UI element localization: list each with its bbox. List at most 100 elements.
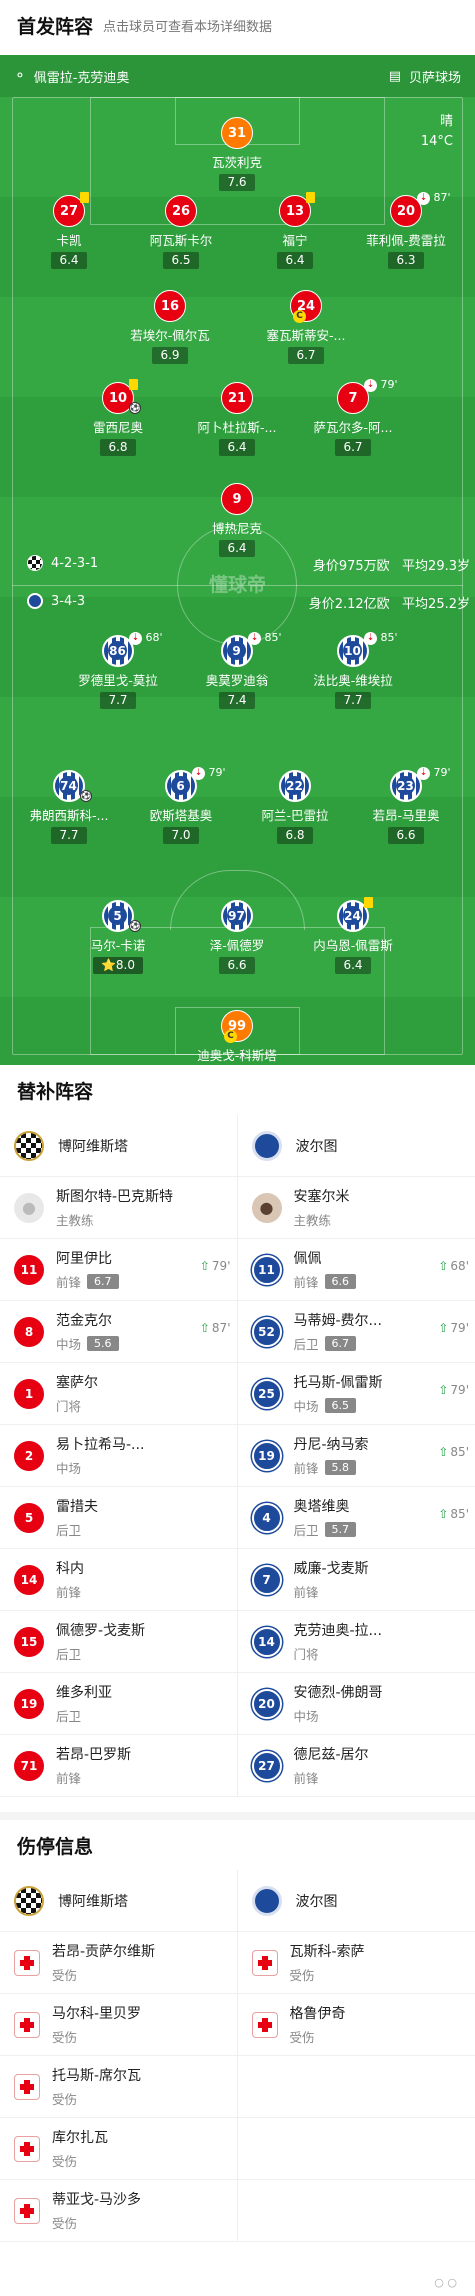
sub-out-icon: ⇣	[364, 378, 377, 392]
away-player-9[interactable]: 24 内乌恩-佩雷斯 6.4	[298, 897, 408, 974]
home-sub-player[interactable]: 2 易卜拉希马-... 中场	[0, 1425, 238, 1486]
home-age: 平均29.3岁	[402, 559, 470, 574]
away-player-6[interactable]: 23 ⇣ 79' 若昂-马里奥 6.6	[351, 766, 461, 844]
home-player-9[interactable]: 7 ⇣ 79' 萨瓦尔多-阿... 6.7	[298, 378, 408, 456]
home-sub-player[interactable]: 15 佩德罗-戈麦斯 后卫	[0, 1611, 238, 1672]
away-player-2[interactable]: 10 ⇣ 85' 法比奥-维埃拉 7.7	[298, 631, 408, 709]
player-rating: 7.7	[100, 692, 136, 709]
sub-in-time: ⇧ 79'	[200, 1259, 231, 1273]
home-player-7[interactable]: 10 ⚽ 雷西尼奥 6.8	[63, 379, 173, 456]
away-player-10[interactable]: 99C迪奥戈-科斯塔7.2	[182, 1010, 292, 1065]
player-rating: 7.0	[163, 827, 199, 844]
sub-out-badge: ⇣ 85'	[364, 631, 398, 645]
away-sub-player[interactable]: 4 奥塔维奥 后卫 5.7 ⇧ 85'	[238, 1487, 475, 1548]
sub-minute: 79'	[430, 766, 451, 779]
home-player-2[interactable]: 26 阿瓦斯卡尔 6.5	[126, 195, 236, 269]
away-sub-player[interactable]: 52 马蒂姆-费尔... 后卫 6.7 ⇧ 79'	[238, 1301, 475, 1362]
home-player-8[interactable]: 21 阿卜杜拉斯-... 6.4	[182, 382, 292, 456]
away-player-5[interactable]: 22 阿兰-巴雷拉 6.8	[240, 770, 350, 844]
injury-status: 受伤	[52, 2154, 78, 2169]
subs-home-team[interactable]: 博阿维斯塔	[58, 1136, 128, 1156]
home-player-0[interactable]: 31 瓦茨利克 7.6	[182, 117, 292, 191]
sub-rating: 6.7	[324, 1336, 357, 1351]
sub-number: 5	[14, 1502, 44, 1533]
home-player-10[interactable]: 9 博热尼克 6.4	[182, 483, 292, 557]
home-player-6[interactable]: 24 C 塞瓦斯蒂安-... 6.7	[251, 290, 361, 364]
home-sub-player[interactable]: 19 维多利亚 后卫	[0, 1673, 238, 1734]
sub-in-time: ⇧ 79'	[438, 1321, 469, 1335]
home-injury-player[interactable]: 库尔扎瓦 受伤	[0, 2118, 238, 2179]
away-player-8[interactable]: 97 泽-佩德罗 6.6	[182, 900, 292, 974]
home-player-5[interactable]: 16 若埃尔-佩尔瓦 6.9	[115, 290, 225, 364]
sub-number: 25	[251, 1378, 282, 1409]
away-coach-name: 安塞尔米	[293, 1189, 350, 1205]
home-injury-player[interactable]: 若昂-贡萨尔维斯 受伤	[0, 1932, 238, 1993]
away-player-4[interactable]: 6 ⇣ 79' 欧斯塔基奥 7.0	[126, 766, 236, 844]
player-name: 塞瓦斯蒂安-...	[266, 328, 346, 343]
away-player-1[interactable]: 9 ⇣ 85' 奥莫罗迪翁 7.4	[182, 631, 292, 709]
sub-meta: 前锋	[294, 1768, 369, 1787]
sub-name: 范金克尔	[56, 1313, 112, 1329]
away-player-0[interactable]: 86 ⇣ 68' 罗德里戈-莫拉 7.7	[63, 631, 173, 709]
away-sub-player[interactable]: 7 威廉-戈麦斯 前锋	[238, 1549, 475, 1610]
player-name: 泽-佩德罗	[209, 938, 265, 953]
player-name: 卡凯	[56, 233, 82, 248]
sub-minute: 68'	[142, 631, 163, 644]
away-sub-player[interactable]: 25 托马斯-佩雷斯 中场 6.5 ⇧ 79'	[238, 1363, 475, 1424]
away-sub-player[interactable]: 20 安德烈-佛朗哥 中场	[238, 1673, 475, 1734]
sub-out-badge: ⇣ 79'	[364, 378, 398, 392]
sub-number: 27	[251, 1750, 282, 1781]
away-injury-player[interactable]: 格鲁伊奇 受伤	[238, 1994, 475, 2055]
coach-row: ● 斯图尔特-巴克斯特 主教练 ● 安塞尔米 主教练	[0, 1177, 475, 1239]
home-coach[interactable]: ● 斯图尔特-巴克斯特 主教练	[0, 1177, 238, 1238]
sub-number: 20	[251, 1688, 282, 1719]
player-rating: 6.8	[100, 439, 136, 456]
away-player-3[interactable]: 74 ⚽ 弗朗西斯科-... 7.7	[14, 770, 124, 844]
injury-home-team[interactable]: 博阿维斯塔	[58, 1891, 128, 1911]
home-sub-player[interactable]: 71 若昂-巴罗斯 前锋	[0, 1735, 238, 1796]
referee-label: 佩雷拉-克劳迪奥	[33, 70, 130, 86]
home-formation: 4-2-3-1	[51, 555, 99, 571]
injury-away-team[interactable]: 波尔图	[296, 1891, 338, 1911]
sub-rating: 6.5	[324, 1398, 357, 1413]
away-sub-player[interactable]: 19 丹尼-纳马索 前锋 5.8 ⇧ 85'	[238, 1425, 475, 1486]
sub-position: 前锋	[293, 1461, 319, 1476]
away-sub-player[interactable]: 27 德尼兹-居尔 前锋	[238, 1735, 475, 1796]
away-coach[interactable]: ● 安塞尔米 主教练	[238, 1177, 475, 1238]
away-player-7[interactable]: 5 ⚽ 马尔-卡诺 ⭐8.0	[63, 900, 173, 974]
injury-row: 蒂亚戈-马沙多 受伤	[0, 2180, 475, 2242]
home-sub-player[interactable]: 11 阿里伊比 前锋 6.7 ⇧ 79'	[0, 1239, 238, 1300]
sub-position: 前锋	[56, 1275, 82, 1290]
sub-name: 德尼兹-居尔	[293, 1747, 369, 1763]
sub-out-badge: ⇣ 79'	[417, 766, 451, 780]
home-injury-player[interactable]: 蒂亚戈-马沙多 受伤	[0, 2180, 238, 2241]
home-formation-block: 4-2-3-1	[27, 555, 98, 571]
sub-minute: 85'	[261, 631, 282, 644]
sub-number: 19	[14, 1688, 44, 1719]
home-sub-player[interactable]: 8 范金克尔 中场 5.6 ⇧ 87'	[0, 1301, 238, 1362]
home-injury-player[interactable]: 托马斯-席尔瓦 受伤	[0, 2056, 238, 2117]
home-meta: 身价975万欧 平均29.3岁	[313, 555, 470, 574]
subs-away-team[interactable]: 波尔图	[296, 1136, 338, 1156]
medical-kit-icon	[14, 2011, 40, 2038]
weather-text: 晴	[439, 114, 453, 129]
injury-status: 受伤	[52, 2030, 78, 2045]
sub-row: 8 范金克尔 中场 5.6 ⇧ 87' 52 马蒂姆-费尔... 后卫 6.7 ⇧ 79'	[0, 1301, 475, 1363]
home-injury-player[interactable]: 马尔科-里贝罗 受伤	[0, 1994, 238, 2055]
home-sub-player[interactable]: 14 科内 前锋	[0, 1549, 238, 1610]
away-sub-player[interactable]: 11 佩佩 前锋 6.6 ⇧ 68'	[238, 1239, 475, 1300]
player-number: 22	[279, 770, 311, 802]
sub-meta: 后卫	[56, 1706, 112, 1725]
player-rating: 6.4	[219, 439, 255, 456]
home-player-3[interactable]: 13 福宁 6.4	[240, 192, 350, 269]
player-number: 26	[165, 195, 197, 227]
sub-position: 前锋	[56, 1771, 82, 1786]
away-injury-player[interactable]: 瓦斯科-索萨 受伤	[238, 1932, 475, 1993]
home-player-1[interactable]: 27 卡凯 6.4	[14, 192, 124, 269]
home-sub-player[interactable]: 1 塞萨尔 门将	[0, 1363, 238, 1424]
home-player-4[interactable]: 20 ⇣ 87' 菲利佩-费雷拉 6.3	[351, 191, 461, 269]
away-sub-player[interactable]: 14 克劳迪奥-拉... 门将	[238, 1611, 475, 1672]
sub-row: 5 雷措夫 后卫 4 奥塔维奥 后卫 5.7 ⇧ 85'	[0, 1487, 475, 1549]
player-name: 若埃尔-佩尔瓦	[130, 328, 210, 343]
home-sub-player[interactable]: 5 雷措夫 后卫	[0, 1487, 238, 1548]
